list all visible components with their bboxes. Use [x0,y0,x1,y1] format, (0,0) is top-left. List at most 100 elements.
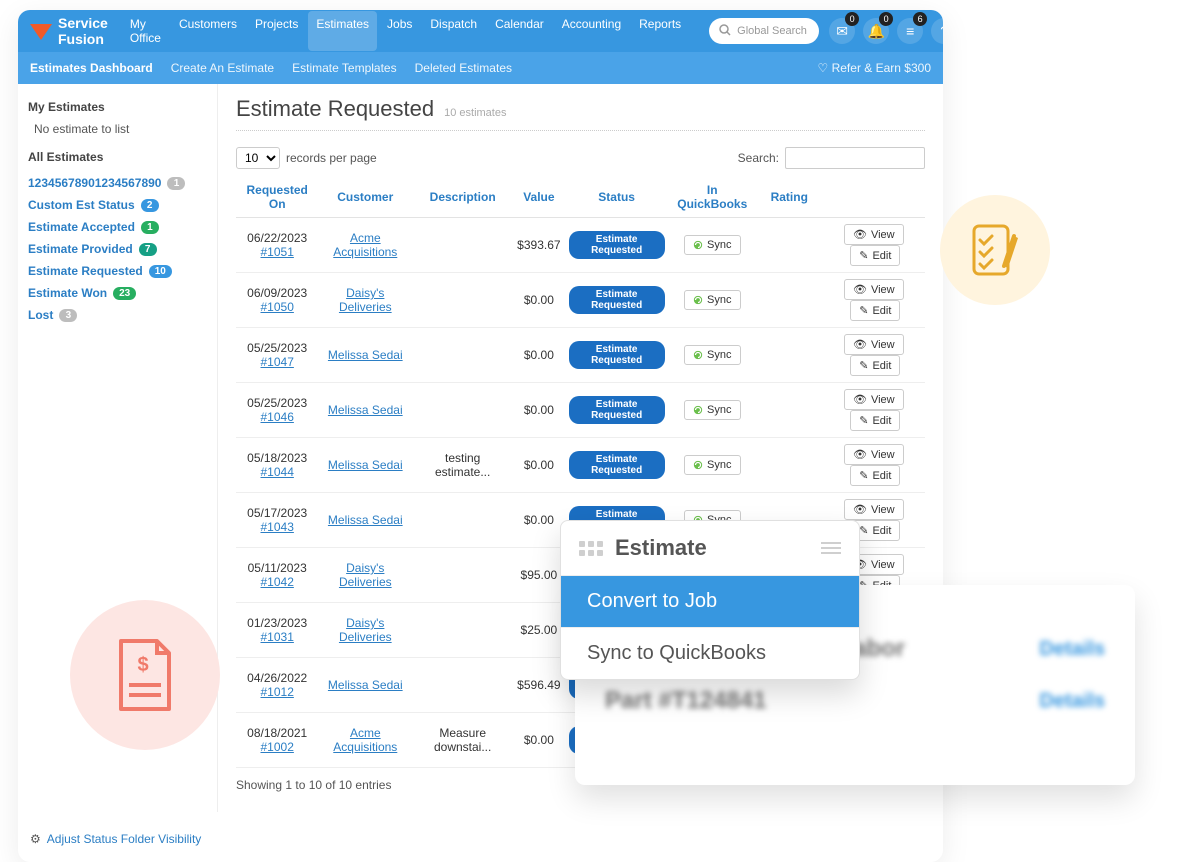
estimate-number-link[interactable]: #1051 [261,245,294,259]
nav-accounting[interactable]: Accounting [554,11,629,51]
topbar: Service Fusion My OfficeCustomersProject… [18,10,943,52]
popover-item-convert-to-job[interactable]: Convert to Job [561,575,859,627]
customer-link[interactable]: Melissa Sedai [328,348,403,362]
folder-link[interactable]: Lost [28,308,53,322]
row-date: 05/18/2023 [240,451,314,465]
row-value: $0.00 [513,273,564,328]
adjust-visibility-link[interactable]: ⚙ Adjust Status Folder Visibility [18,832,943,862]
tasks-button[interactable]: ≡ 6 [897,18,923,44]
popover-item-sync-to-quickbooks[interactable]: Sync to QuickBooks [561,627,859,679]
customer-link[interactable]: Melissa Sedai [328,403,403,417]
estimate-number-link[interactable]: #1031 [261,630,294,644]
col-description[interactable]: Description [412,177,513,218]
folder-item[interactable]: 123456789012345678901 [28,172,207,194]
col-requested-on[interactable]: Requested On [236,177,318,218]
refer-link[interactable]: ♡ Refer & Earn $300 [817,61,931,75]
folder-item[interactable]: Estimate Provided 7 [28,238,207,260]
sync-button[interactable]: Sync [684,235,740,255]
global-search[interactable]: Global Search [709,18,819,44]
folder-item[interactable]: Lost3 [28,304,207,326]
customer-link[interactable]: Daisy's Deliveries [339,286,392,314]
nav-my-office[interactable]: My Office [122,11,169,51]
estimate-number-link[interactable]: #1042 [261,575,294,589]
eye-icon: 👁 [853,503,867,516]
sync-button[interactable]: Sync [684,290,740,310]
subnav-estimate-templates[interactable]: Estimate Templates [292,61,397,75]
edit-button[interactable]: ✎Edit [850,465,900,486]
folder-link[interactable]: Custom Est Status [28,198,135,212]
table-search-input[interactable] [785,147,925,169]
sync-button[interactable]: Sync [684,345,740,365]
sync-label: Sync [707,349,731,361]
nav-projects[interactable]: Projects [247,11,306,51]
decorative-checklist-icon [940,195,1050,305]
folder-link[interactable]: Estimate Requested [28,264,143,278]
view-button[interactable]: 👁View [844,389,904,410]
estimate-number-link[interactable]: #1044 [261,465,294,479]
col-value[interactable]: Value [513,177,564,218]
row-description [412,493,513,548]
folder-link[interactable]: 12345678901234567890 [28,176,161,190]
eye-icon: 👁 [853,228,867,241]
customer-link[interactable]: Melissa Sedai [328,458,403,472]
nav-calendar[interactable]: Calendar [487,11,552,51]
search-label: Search: [738,151,779,165]
estimate-number-link[interactable]: #1043 [261,520,294,534]
estimate-number-link[interactable]: #1046 [261,410,294,424]
customer-link[interactable]: Daisy's Deliveries [339,616,392,644]
customer-link[interactable]: Melissa Sedai [328,678,403,692]
view-button[interactable]: 👁View [844,279,904,300]
customer-link[interactable]: Daisy's Deliveries [339,561,392,589]
subnav-create-an-estimate[interactable]: Create An Estimate [171,61,274,75]
table-row: 05/18/2023#1044Melissa Sedaitesting esti… [236,438,925,493]
col-customer[interactable]: Customer [318,177,412,218]
col-in-quickbooks[interactable]: In QuickBooks [669,177,756,218]
folder-item[interactable]: Estimate Requested10 [28,260,207,282]
view-button[interactable]: 👁View [844,224,904,245]
customer-link[interactable]: Melissa Sedai [328,513,403,527]
nav-jobs[interactable]: Jobs [379,11,420,51]
edit-button[interactable]: ✎Edit [850,300,900,321]
folder-item[interactable]: Estimate Accepted1 [28,216,207,238]
folder-item[interactable]: Estimate Won23 [28,282,207,304]
col-status[interactable]: Status [565,177,669,218]
sync-button[interactable]: Sync [684,455,740,475]
folder-count-badge: 7 [139,243,157,256]
estimate-number-link[interactable]: #1050 [261,300,294,314]
col-rating[interactable]: Rating [756,177,823,218]
estimate-number-link[interactable]: #1012 [261,685,294,699]
folder-item[interactable]: Custom Est Status2 [28,194,207,216]
nav-dispatch[interactable]: Dispatch [422,11,485,51]
customer-link[interactable]: Acme Acquisitions [333,726,397,754]
subnav-deleted-estimates[interactable]: Deleted Estimates [415,61,512,75]
view-button[interactable]: 👁View [844,444,904,465]
notifications-button[interactable]: 🔔 0 [863,18,889,44]
drag-icon[interactable] [579,541,603,556]
subnav: Estimates Dashboard Create An Estimate Est… [18,52,943,84]
folder-link[interactable]: Estimate Provided [28,242,133,256]
folder-link[interactable]: Estimate Accepted [28,220,135,234]
pencil-icon: ✎ [859,249,868,262]
subnav-estimates-dashboard[interactable]: Estimates Dashboard [30,61,153,75]
sidebar-all-estimates-title: All Estimates [28,150,207,164]
sync-button[interactable]: Sync [684,400,740,420]
edit-button[interactable]: ✎Edit [850,410,900,431]
estimate-number-link[interactable]: #1047 [261,355,294,369]
menu-icon[interactable] [821,542,841,554]
brand-logo[interactable]: Service Fusion [30,15,108,47]
help-button[interactable]: ? 0 [931,18,943,44]
customer-link[interactable]: Acme Acquisitions [333,231,397,259]
estimate-number-link[interactable]: #1002 [261,740,294,754]
nav-estimates[interactable]: Estimates [308,11,377,51]
view-button[interactable]: 👁View [844,334,904,355]
nav-customers[interactable]: Customers [171,11,245,51]
chat-button[interactable]: ✉ 0 [829,18,855,44]
nav-reports[interactable]: Reports [631,11,689,51]
edit-button[interactable]: ✎Edit [850,245,900,266]
view-button[interactable]: 👁View [844,499,904,520]
folder-link[interactable]: Estimate Won [28,286,107,300]
edit-button[interactable]: ✎Edit [850,355,900,376]
status-pill: Estimate Requested [569,286,665,314]
per-page-select[interactable]: 10 [236,147,280,169]
row-date: 06/09/2023 [240,286,314,300]
